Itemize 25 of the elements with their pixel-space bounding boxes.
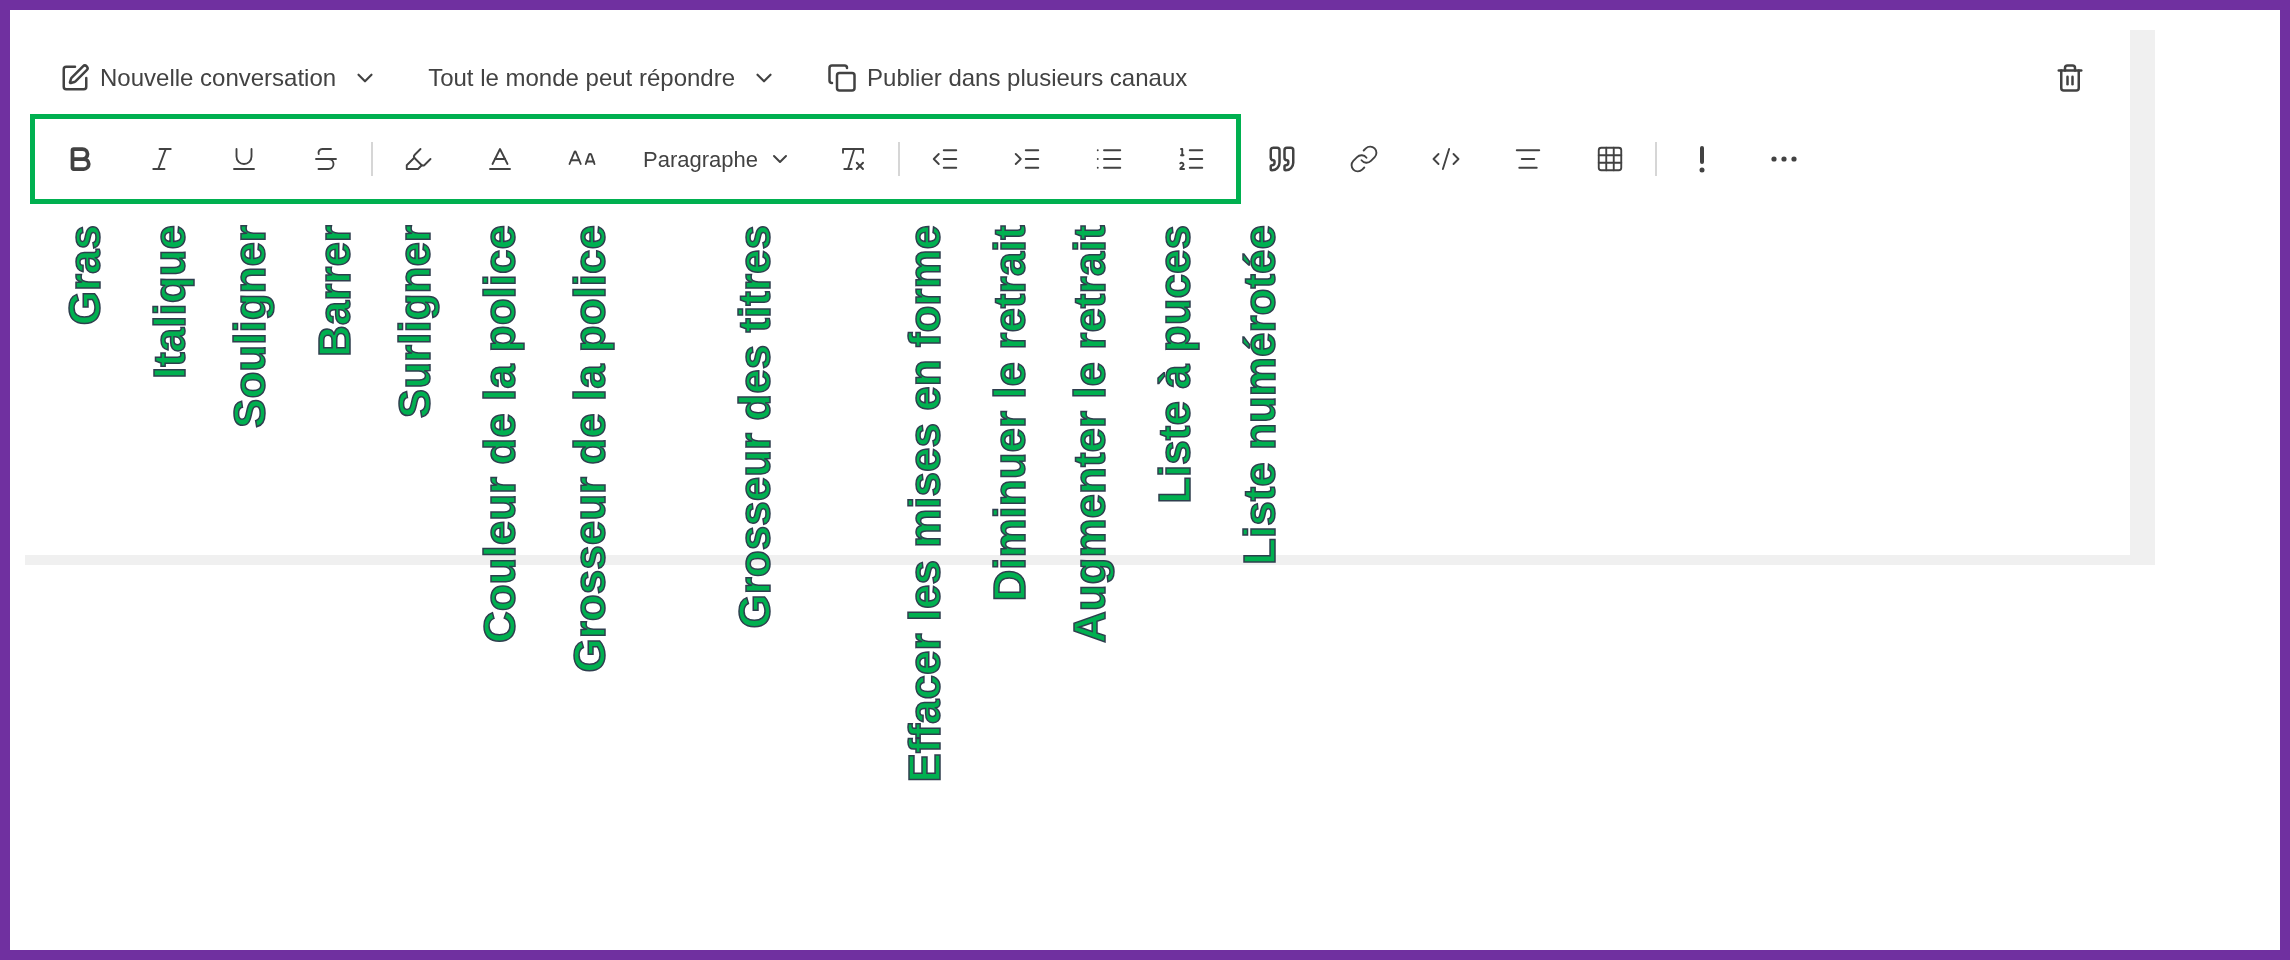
copy-icon: [827, 63, 858, 93]
trash-icon: [2055, 63, 2085, 93]
exclamation-icon: [1697, 144, 1707, 174]
compose-option[interactable]: Tout le monde peut répondre: [428, 60, 778, 96]
compose-option[interactable]: Nouvelle conversation: [60, 60, 379, 96]
annotation-label: Surligner: [390, 225, 440, 419]
annotation-label: Augmenter le retrait: [1065, 225, 1115, 644]
annotation-label: Liste à puces: [1150, 225, 1200, 504]
quote-mark-icon: [1267, 144, 1297, 174]
paragraph-dropdown[interactable]: Paragraphe: [643, 142, 792, 176]
compose-icon: [60, 63, 90, 93]
annotation-label: Liste numérotée: [1235, 225, 1285, 565]
annotation-label: Grosseur des titres: [730, 225, 780, 629]
annotation-label: Couleur de la police: [475, 225, 525, 644]
annotation-label: Gras: [60, 225, 110, 326]
compose-option[interactable]: Publier dans plusieurs canaux: [827, 60, 1188, 96]
more-icon: [1771, 156, 1797, 162]
annotation-label: Souligner: [225, 225, 275, 428]
annotation-label: Diminuer le retrait: [985, 225, 1035, 602]
annotation-label: Grosseur de la police: [565, 225, 615, 673]
annotation-label: Barrer: [310, 225, 360, 358]
link-icon: [1349, 144, 1379, 174]
annotation-label: Italique: [145, 225, 195, 380]
table-icon: [1595, 144, 1625, 174]
annotation-label: Effacer les mises en forme: [900, 225, 950, 783]
